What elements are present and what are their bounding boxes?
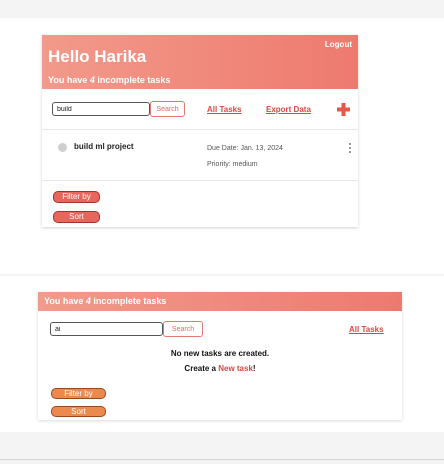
summary-prefix: You have	[48, 75, 90, 85]
summary-suffix: incomplete tasks	[90, 296, 167, 306]
task-list-item[interactable]: build ml project Due Date: Jan. 13, 2024…	[42, 130, 358, 181]
search-toolbar: Search All Tasks Export Data	[42, 89, 358, 130]
panel-header: You have 4 incomplete tasks	[38, 292, 402, 311]
new-task-link[interactable]: New task	[218, 364, 253, 373]
incomplete-tasks-summary: You have 4 incomplete tasks	[44, 296, 166, 306]
more-options-icon[interactable]	[349, 143, 352, 154]
task-priority: Priority: medium	[207, 161, 258, 168]
filter-by-button[interactable]: Filter by	[53, 191, 100, 203]
plus-icon[interactable]	[337, 103, 350, 116]
tasks-panel-logged-in: Logout Hello Harika You have 4 incomplet…	[42, 35, 358, 227]
divider	[0, 459, 444, 460]
task-status-circle-icon[interactable]	[58, 143, 67, 152]
task-due-date: Due Date: Jan. 13, 2024	[207, 145, 283, 152]
export-data-link[interactable]: Export Data	[266, 105, 311, 114]
search-button[interactable]: Search	[150, 101, 185, 117]
search-button[interactable]: Search	[163, 321, 203, 337]
search-input[interactable]	[50, 322, 163, 336]
filter-by-button[interactable]: Filter by	[51, 388, 106, 399]
panel-header: Logout Hello Harika You have 4 incomplet…	[42, 35, 358, 89]
all-tasks-link[interactable]: All Tasks	[349, 325, 384, 334]
summary-prefix: You have	[44, 296, 86, 306]
greeting-title: Hello Harika	[48, 47, 147, 66]
create-suffix: !	[252, 364, 256, 373]
summary-suffix: incomplete tasks	[94, 75, 171, 85]
create-task-prompt: Create a New task!	[38, 364, 402, 373]
search-input[interactable]	[52, 102, 150, 116]
sort-button[interactable]: Sort	[51, 406, 106, 417]
logout-link[interactable]: Logout	[325, 40, 352, 49]
empty-state-message: No new tasks are created.	[170, 349, 270, 358]
create-prefix: Create a	[184, 364, 219, 373]
sort-button[interactable]: Sort	[53, 211, 100, 223]
all-tasks-link[interactable]: All Tasks	[207, 105, 242, 114]
tasks-panel-search-empty: You have 4 incomplete tasks Search All T…	[38, 292, 402, 420]
incomplete-tasks-summary: You have 4 incomplete tasks	[48, 75, 170, 85]
task-title: build ml project	[74, 142, 134, 151]
